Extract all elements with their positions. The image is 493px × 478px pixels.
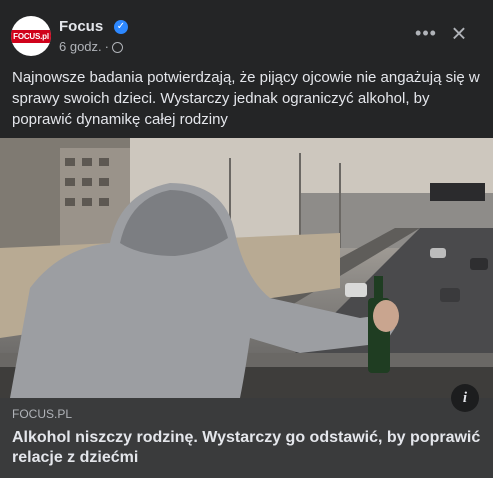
verified-badge-icon: ✓ [114,20,128,34]
meta-separator: · [104,39,109,54]
more-options-icon[interactable]: ••• [414,24,438,45]
info-icon[interactable]: i [451,384,479,412]
globe-icon [112,42,123,53]
post-image[interactable] [0,138,493,398]
post-photo [0,138,493,398]
post-meta: 6 godz. · [59,39,123,54]
feed-post: FOCUS.pl Focus ✓ 6 godz. · ••• × Najnowsz… [0,0,493,478]
focus-logo: FOCUS.pl [11,29,51,43]
close-icon[interactable]: × [447,20,471,46]
link-preview-card[interactable]: i FOCUS.PL Alkohol niszczy rodzinę. Wyst… [0,384,493,478]
post-header: FOCUS.pl Focus ✓ 6 godz. · ••• × [11,15,493,61]
link-headline[interactable]: Alkohol niszczy rodzinę. Wystarczy go od… [12,428,482,468]
post-text: Najnowsze badania potwierdzają, że pijąc… [12,69,480,128]
post-timestamp[interactable]: 6 godz. [59,39,102,54]
page-name-link[interactable]: Focus [59,18,103,35]
link-domain: FOCUS.PL [12,407,73,421]
page-avatar[interactable]: FOCUS.pl [11,16,51,56]
